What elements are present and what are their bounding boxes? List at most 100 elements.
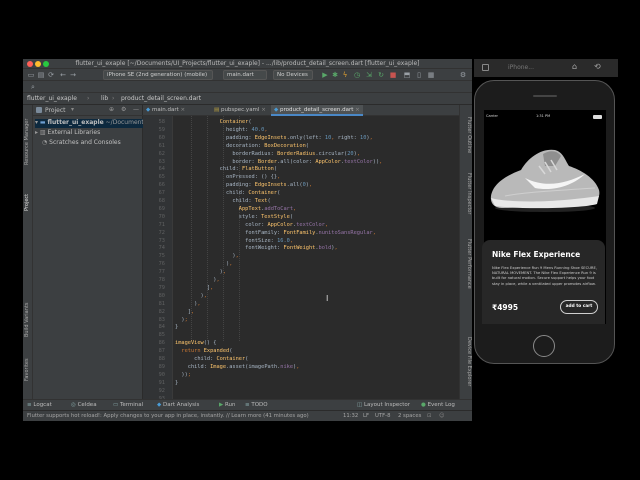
secondary-toolbar: ⌕ bbox=[23, 81, 472, 93]
sneaker-image bbox=[490, 149, 600, 212]
tool-tab-logcat[interactable]: ≡ Logcat bbox=[27, 402, 52, 408]
line-number: 69 bbox=[158, 205, 165, 212]
code-line: } bbox=[175, 324, 179, 331]
line-number: 83 bbox=[158, 316, 165, 323]
line-number: 80 bbox=[158, 292, 165, 299]
line-number: 85 bbox=[158, 332, 165, 339]
tab-pubspec-yaml[interactable]: ▤ pubspec.yaml × bbox=[211, 105, 269, 116]
tool-tab-celdea[interactable]: ◎ Celdea bbox=[71, 402, 97, 408]
code-line: ], bbox=[175, 284, 214, 291]
sync-icon[interactable]: ⟳ bbox=[47, 71, 55, 79]
hot-reload-icon[interactable]: ϟ bbox=[341, 71, 349, 79]
tool-tab-flutter-inspector[interactable]: Flutter Inspector bbox=[466, 173, 472, 214]
stop-icon[interactable]: ■ bbox=[389, 71, 397, 79]
tool-tab-terminal[interactable]: ▭ Terminal bbox=[113, 402, 143, 408]
code-line: style: TextStyle( bbox=[175, 213, 294, 220]
profile-icon[interactable]: ◷ bbox=[353, 71, 361, 79]
line-number: 73 bbox=[158, 237, 165, 244]
locate-icon[interactable]: ⊕ bbox=[109, 106, 114, 113]
line-number: 87 bbox=[158, 348, 165, 355]
tool-tab-build-variants[interactable]: Build Variants bbox=[24, 303, 30, 337]
cursor-position[interactable]: 11:32 bbox=[343, 413, 358, 419]
tree-item-root-label: flutter_ui_exaple bbox=[47, 119, 104, 126]
status-message[interactable]: Flutter supports hot reload!: Apply chan… bbox=[27, 413, 333, 419]
tool-tab-dart-analysis[interactable]: ◆ Dart Analysis bbox=[157, 402, 199, 408]
line-number: 70 bbox=[158, 213, 165, 220]
line-number: 71 bbox=[158, 221, 165, 228]
breadcrumb-file[interactable]: product_detail_screen.dart bbox=[121, 95, 201, 102]
tool-tab-label: Layout Inspector bbox=[363, 402, 411, 408]
tool-tab-run[interactable]: ▶ Run bbox=[219, 402, 236, 408]
tab-product-detail-screen[interactable]: ◆ product_detail_screen.dart × bbox=[271, 105, 363, 116]
settings-icon[interactable]: ⚙ bbox=[459, 71, 467, 79]
product-description: Nike Flex Experience Run 9 Mens Running … bbox=[492, 266, 597, 286]
line-number: 66 bbox=[158, 182, 165, 189]
line-number: 86 bbox=[158, 340, 165, 347]
save-icon[interactable]: ▤ bbox=[37, 71, 45, 79]
tree-item-root[interactable]: ▾ ▬ flutter_ui_exaple ~/Documents bbox=[35, 119, 147, 128]
no-devices-selector[interactable]: No Devices bbox=[273, 70, 313, 80]
line-number: 76 bbox=[158, 261, 165, 268]
inspector-icon[interactable]: ☺ bbox=[439, 413, 445, 419]
avd-manager-icon[interactable]: ▯ bbox=[415, 71, 423, 79]
tool-tab-layout-inspector[interactable]: ◫ Layout Inspector bbox=[357, 402, 410, 408]
forward-icon[interactable]: → bbox=[69, 71, 77, 79]
tree-item-scratches[interactable]: ◔ Scratches and Consoles bbox=[42, 139, 121, 146]
code-line: imageView() { bbox=[175, 340, 217, 347]
tool-tab-todo[interactable]: ≡ TODO bbox=[245, 402, 268, 408]
chevron-down-icon[interactable]: ▾ bbox=[71, 106, 74, 113]
code-line: child: Container( bbox=[175, 190, 281, 197]
search-icon[interactable]: ⌕ bbox=[29, 83, 37, 91]
run-config-selector[interactable]: main.dart bbox=[223, 70, 267, 80]
code-line: } bbox=[175, 379, 179, 386]
chevron-right-icon: › bbox=[112, 95, 115, 102]
restart-icon[interactable]: ↻ bbox=[377, 71, 385, 79]
breadcrumb-project[interactable]: flutter_ui_exaple bbox=[27, 95, 77, 102]
product-price: ₹4995 bbox=[492, 303, 519, 312]
tool-tab-project[interactable]: Project bbox=[24, 194, 30, 211]
folder-icon[interactable]: ▭ bbox=[27, 71, 35, 79]
tool-tab-flutter-outline[interactable]: Flutter Outline bbox=[466, 117, 472, 153]
add-to-cart-button[interactable]: add to cart bbox=[560, 300, 598, 314]
rotate-icon[interactable]: ⟲ bbox=[594, 62, 601, 71]
line-number-gutter: 58 59 60 61 62 63 64 65 66 67 68 69 70 71 72 73 74 75 76 77… bbox=[143, 116, 173, 409]
home-button[interactable] bbox=[533, 335, 555, 357]
layout-icon[interactable]: ▦ bbox=[427, 71, 435, 79]
line-separator[interactable]: LF bbox=[363, 413, 369, 419]
debug-icon[interactable]: ✱ bbox=[331, 71, 339, 79]
tab-main-dart[interactable]: ◆ main.dart × bbox=[143, 105, 188, 116]
back-icon[interactable]: ← bbox=[59, 71, 67, 79]
attach-icon[interactable]: ⇲ bbox=[365, 71, 373, 79]
code-line: onPressed: () {}, bbox=[175, 174, 281, 181]
simulator-toolbar: iPhone... ⌂ ⟲ bbox=[474, 59, 618, 77]
code-line: fontFamily: FontFamily.nunitoSansRegular… bbox=[175, 229, 376, 236]
bottom-tool-tabs: ≡ Logcat ◎ Celdea ▭ Terminal ◆ Dart Anal… bbox=[23, 399, 472, 410]
status-bar: Flutter supports hot reload!: Apply chan… bbox=[23, 410, 472, 421]
sdk-manager-icon[interactable]: ⬒ bbox=[403, 71, 411, 79]
home-icon[interactable]: ⌂ bbox=[572, 62, 577, 71]
speaker-grille bbox=[533, 95, 557, 97]
code-line: ), bbox=[175, 261, 233, 268]
tool-tab-event-log[interactable]: ● Event Log bbox=[421, 402, 455, 408]
file-encoding[interactable]: UTF-8 bbox=[375, 413, 390, 419]
code-line: ), bbox=[175, 292, 207, 299]
tool-tab-favorites[interactable]: Favorites bbox=[24, 358, 30, 381]
tool-tab-resource-manager[interactable]: Resource Manager bbox=[24, 119, 30, 165]
run-icon[interactable]: ▶ bbox=[321, 71, 329, 79]
line-number: 62 bbox=[158, 150, 165, 157]
breadcrumb-lib[interactable]: lib bbox=[101, 95, 108, 102]
code-line: border: Border.all(color: AppColor.textC… bbox=[175, 158, 383, 165]
hide-icon[interactable]: — bbox=[133, 106, 139, 113]
tree-item-external-libraries[interactable]: ▸ ▥ External Libraries bbox=[35, 129, 100, 136]
indent-setting[interactable]: 2 spaces bbox=[398, 413, 421, 419]
screenshot-icon[interactable] bbox=[482, 64, 489, 71]
device-selector[interactable]: iPhone SE (2nd generation) (mobile) bbox=[103, 70, 213, 80]
settings-icon[interactable]: ⚙ bbox=[121, 106, 126, 113]
code-line: ); bbox=[175, 316, 188, 323]
code-editor[interactable]: Container( height: 40.0, padding: EdgeIn… bbox=[173, 116, 459, 399]
project-view-selector[interactable]: Project bbox=[45, 107, 66, 114]
lock-icon[interactable]: ⊡ bbox=[427, 413, 431, 419]
tool-tab-flutter-performance[interactable]: Flutter Performance bbox=[466, 239, 472, 289]
chevron-right-icon: › bbox=[87, 95, 90, 102]
tool-tab-device-file-explorer[interactable]: Device File Explorer bbox=[466, 337, 472, 386]
